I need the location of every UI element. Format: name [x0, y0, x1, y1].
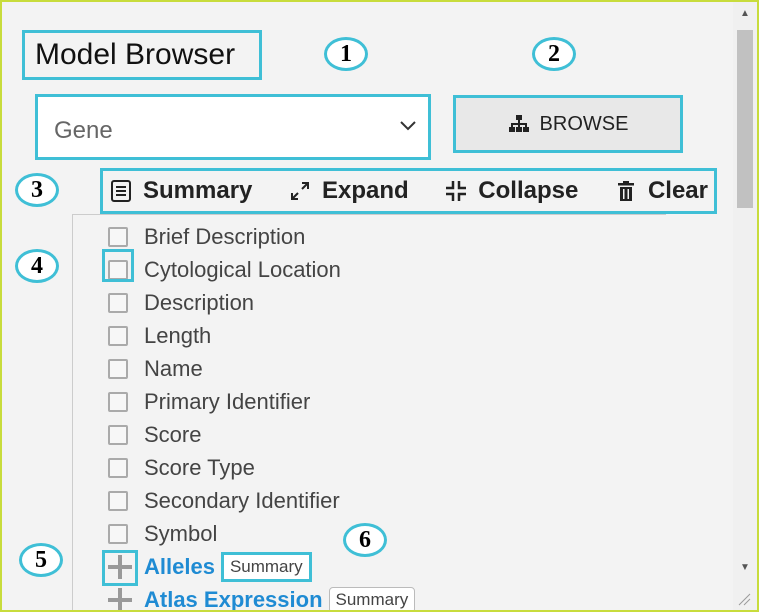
- reference-item[interactable]: Alleles Summary: [108, 550, 312, 583]
- callout-5: 5: [19, 543, 63, 577]
- chevron-down-icon: [400, 121, 416, 131]
- plus-icon[interactable]: [108, 587, 132, 610]
- attribute-label: Primary Identifier: [144, 388, 311, 414]
- attribute-label: Length: [144, 322, 212, 348]
- attribute-checkbox[interactable]: [108, 523, 128, 544]
- callout-6: 6: [343, 523, 387, 557]
- attribute-checkbox[interactable]: [108, 490, 128, 511]
- page-title: Model Browser: [22, 30, 262, 80]
- callout-4: 4: [15, 249, 59, 283]
- attribute-label: Description: [144, 289, 255, 315]
- summary-button[interactable]: Summary: [109, 177, 252, 205]
- collapse-button[interactable]: Collapse: [444, 177, 578, 205]
- checkbox-highlight: [102, 249, 134, 282]
- tree-guide-line: [72, 214, 73, 610]
- callout-1: 1: [324, 37, 368, 71]
- attribute-label: Brief Description: [144, 223, 306, 249]
- class-select-value: Gene: [54, 117, 113, 144]
- collapse-button-label: Collapse: [478, 177, 579, 204]
- attribute-item[interactable]: Length: [108, 319, 211, 352]
- browse-button[interactable]: BROWSE: [453, 95, 683, 153]
- callout-3: 3: [15, 173, 59, 207]
- attribute-checkbox[interactable]: [108, 391, 128, 412]
- plus-highlight: [102, 550, 138, 586]
- attribute-item[interactable]: Description: [108, 286, 254, 319]
- scrollbar[interactable]: ▲ ▼: [733, 2, 757, 610]
- attribute-item[interactable]: Primary Identifier: [108, 385, 310, 418]
- attribute-item[interactable]: Score Type: [108, 451, 255, 484]
- reference-label[interactable]: Atlas Expression: [144, 587, 323, 611]
- attribute-checkbox[interactable]: [108, 424, 128, 445]
- resize-grip-icon[interactable]: [737, 592, 751, 606]
- attribute-checkbox[interactable]: [108, 226, 128, 247]
- expand-button-label: Expand: [322, 177, 409, 204]
- tree-toolbar: Summary Expand Collapse Clear: [100, 168, 717, 214]
- summary-tag[interactable]: Summary: [220, 551, 312, 582]
- document-list-icon: [111, 180, 131, 202]
- sitemap-icon: [508, 115, 529, 132]
- attribute-item[interactable]: Name: [108, 352, 203, 385]
- attribute-item[interactable]: Symbol: [108, 517, 217, 550]
- collapse-icon: [446, 181, 467, 201]
- model-browser-panel: Model Browser 1 Gene BROWSE 2 3 Summary …: [0, 0, 759, 612]
- attribute-item[interactable]: Brief Description: [108, 220, 305, 253]
- attribute-item[interactable]: Secondary Identifier: [108, 484, 340, 517]
- attribute-checkbox[interactable]: [108, 292, 128, 313]
- summary-button-label: Summary: [143, 177, 253, 204]
- expand-icon: [291, 182, 309, 200]
- attribute-checkbox[interactable]: [108, 457, 128, 478]
- scroll-down-icon[interactable]: ▼: [740, 562, 750, 573]
- reference-label[interactable]: Alleles: [144, 554, 215, 580]
- reference-item[interactable]: Atlas Expression Summary: [108, 583, 416, 611]
- trash-icon: [617, 181, 634, 201]
- attribute-checkbox[interactable]: [108, 358, 128, 379]
- callout-2: 2: [532, 37, 576, 71]
- attribute-label: Secondary Identifier: [144, 487, 340, 513]
- class-select[interactable]: Gene: [35, 94, 431, 160]
- clear-button[interactable]: Clear: [614, 177, 708, 205]
- summary-tag[interactable]: Summary: [328, 586, 416, 610]
- attribute-item[interactable]: Cytological Location: [108, 253, 341, 286]
- expand-button[interactable]: Expand: [288, 177, 409, 205]
- attribute-label: Score Type: [144, 454, 255, 480]
- scroll-up-icon[interactable]: ▲: [740, 8, 750, 19]
- attribute-label: Symbol: [144, 520, 218, 546]
- attribute-item[interactable]: Score: [108, 418, 201, 451]
- attribute-label: Name: [144, 355, 203, 381]
- attribute-label: Cytological Location: [144, 256, 341, 282]
- attribute-label: Score: [144, 421, 202, 447]
- clear-button-label: Clear: [647, 177, 708, 204]
- divider: [72, 214, 666, 215]
- scrollbar-thumb[interactable]: [737, 30, 753, 208]
- attribute-checkbox[interactable]: [108, 325, 128, 346]
- browse-button-label: BROWSE: [539, 112, 629, 135]
